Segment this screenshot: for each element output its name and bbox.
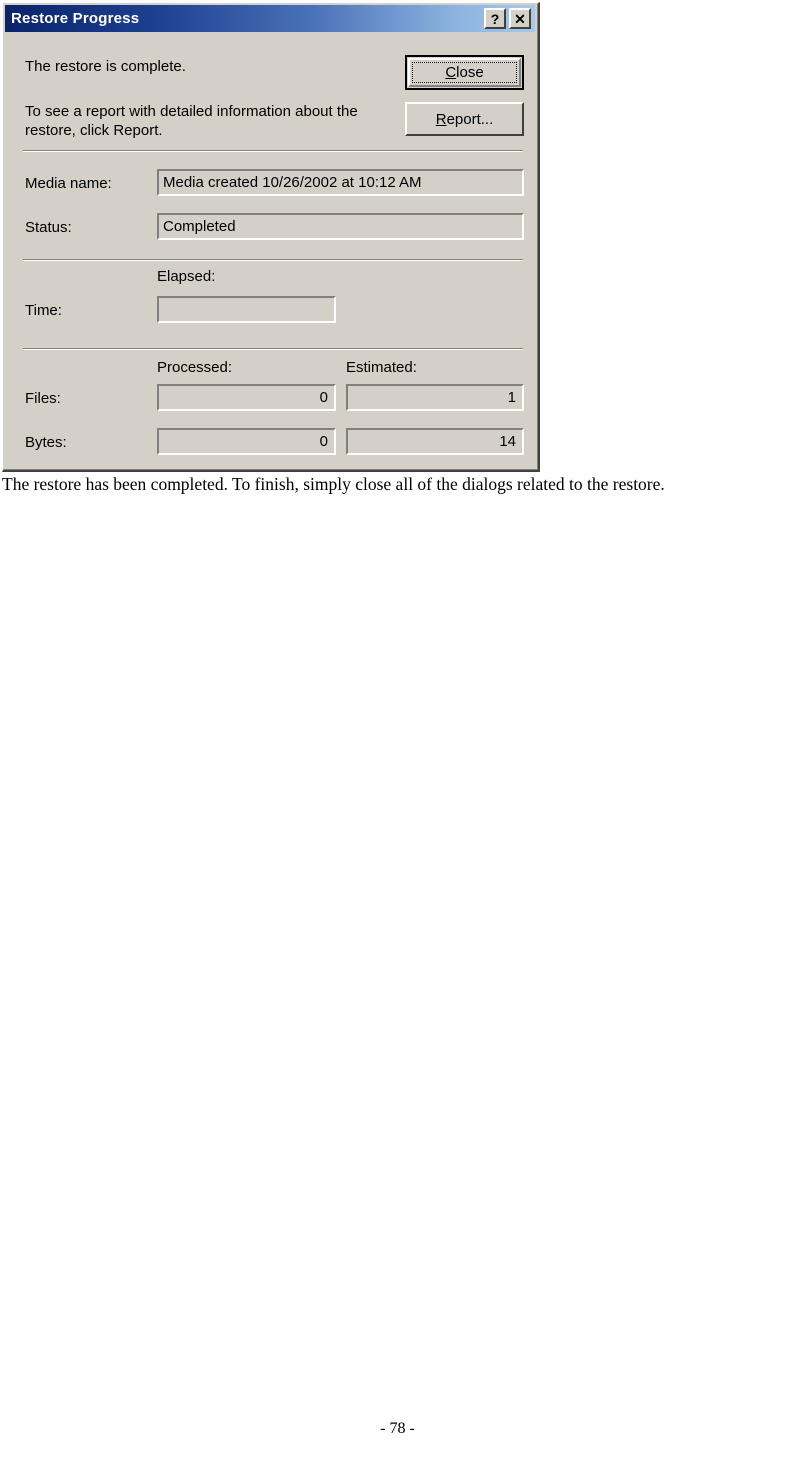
titlebar-button-group: ? ✕ [484, 8, 531, 29]
elapsed-time-field [157, 296, 336, 323]
report-button-text: eport... [446, 110, 494, 128]
elapsed-column-header: Elapsed: [157, 268, 216, 285]
processed-column-header: Processed: [157, 359, 233, 376]
media-name-field: Media created 10/26/2002 at 10:12 AM [157, 169, 524, 196]
restore-complete-message: The restore is complete. [25, 58, 186, 75]
report-button-accel: R [435, 110, 447, 128]
dialog-titlebar[interactable]: Restore Progress ? ✕ [5, 5, 535, 32]
help-icon[interactable]: ? [484, 8, 506, 29]
status-label: Status: [25, 219, 72, 236]
estimated-column-header: Estimated: [346, 359, 417, 376]
report-hint-message: To see a report with detailed informatio… [25, 103, 358, 139]
separator-bottom [23, 348, 523, 350]
close-button-accel: C [445, 64, 457, 81]
page-number: - 78 - [380, 1420, 415, 1437]
close-button-label: Close [445, 64, 483, 81]
files-estimated-field: 1 [346, 384, 524, 411]
status-field: Completed [157, 213, 524, 240]
figure-caption: The restore has been completed. To finis… [2, 474, 665, 494]
separator-middle [23, 259, 523, 261]
dialog-title: Restore Progress [11, 10, 140, 27]
report-button-label: Report... [436, 111, 494, 128]
close-button-focus-rect: Close [412, 62, 517, 83]
files-processed-field: 0 [157, 384, 336, 411]
bytes-processed-field: 0 [157, 428, 336, 455]
bytes-label: Bytes: [25, 434, 67, 451]
files-label: Files: [25, 390, 61, 407]
close-button-text: lose [456, 64, 484, 81]
separator-top [23, 150, 523, 152]
close-button[interactable]: Close [405, 55, 524, 90]
media-name-label: Media name: [25, 175, 112, 192]
report-button[interactable]: Report... [405, 102, 524, 136]
bytes-estimated-field: 14 [346, 428, 524, 455]
restore-progress-dialog: Restore Progress ? ✕ The restore is comp… [2, 2, 540, 472]
time-label: Time: [25, 302, 62, 319]
close-icon[interactable]: ✕ [509, 8, 531, 29]
close-button-face: Close [408, 58, 521, 87]
